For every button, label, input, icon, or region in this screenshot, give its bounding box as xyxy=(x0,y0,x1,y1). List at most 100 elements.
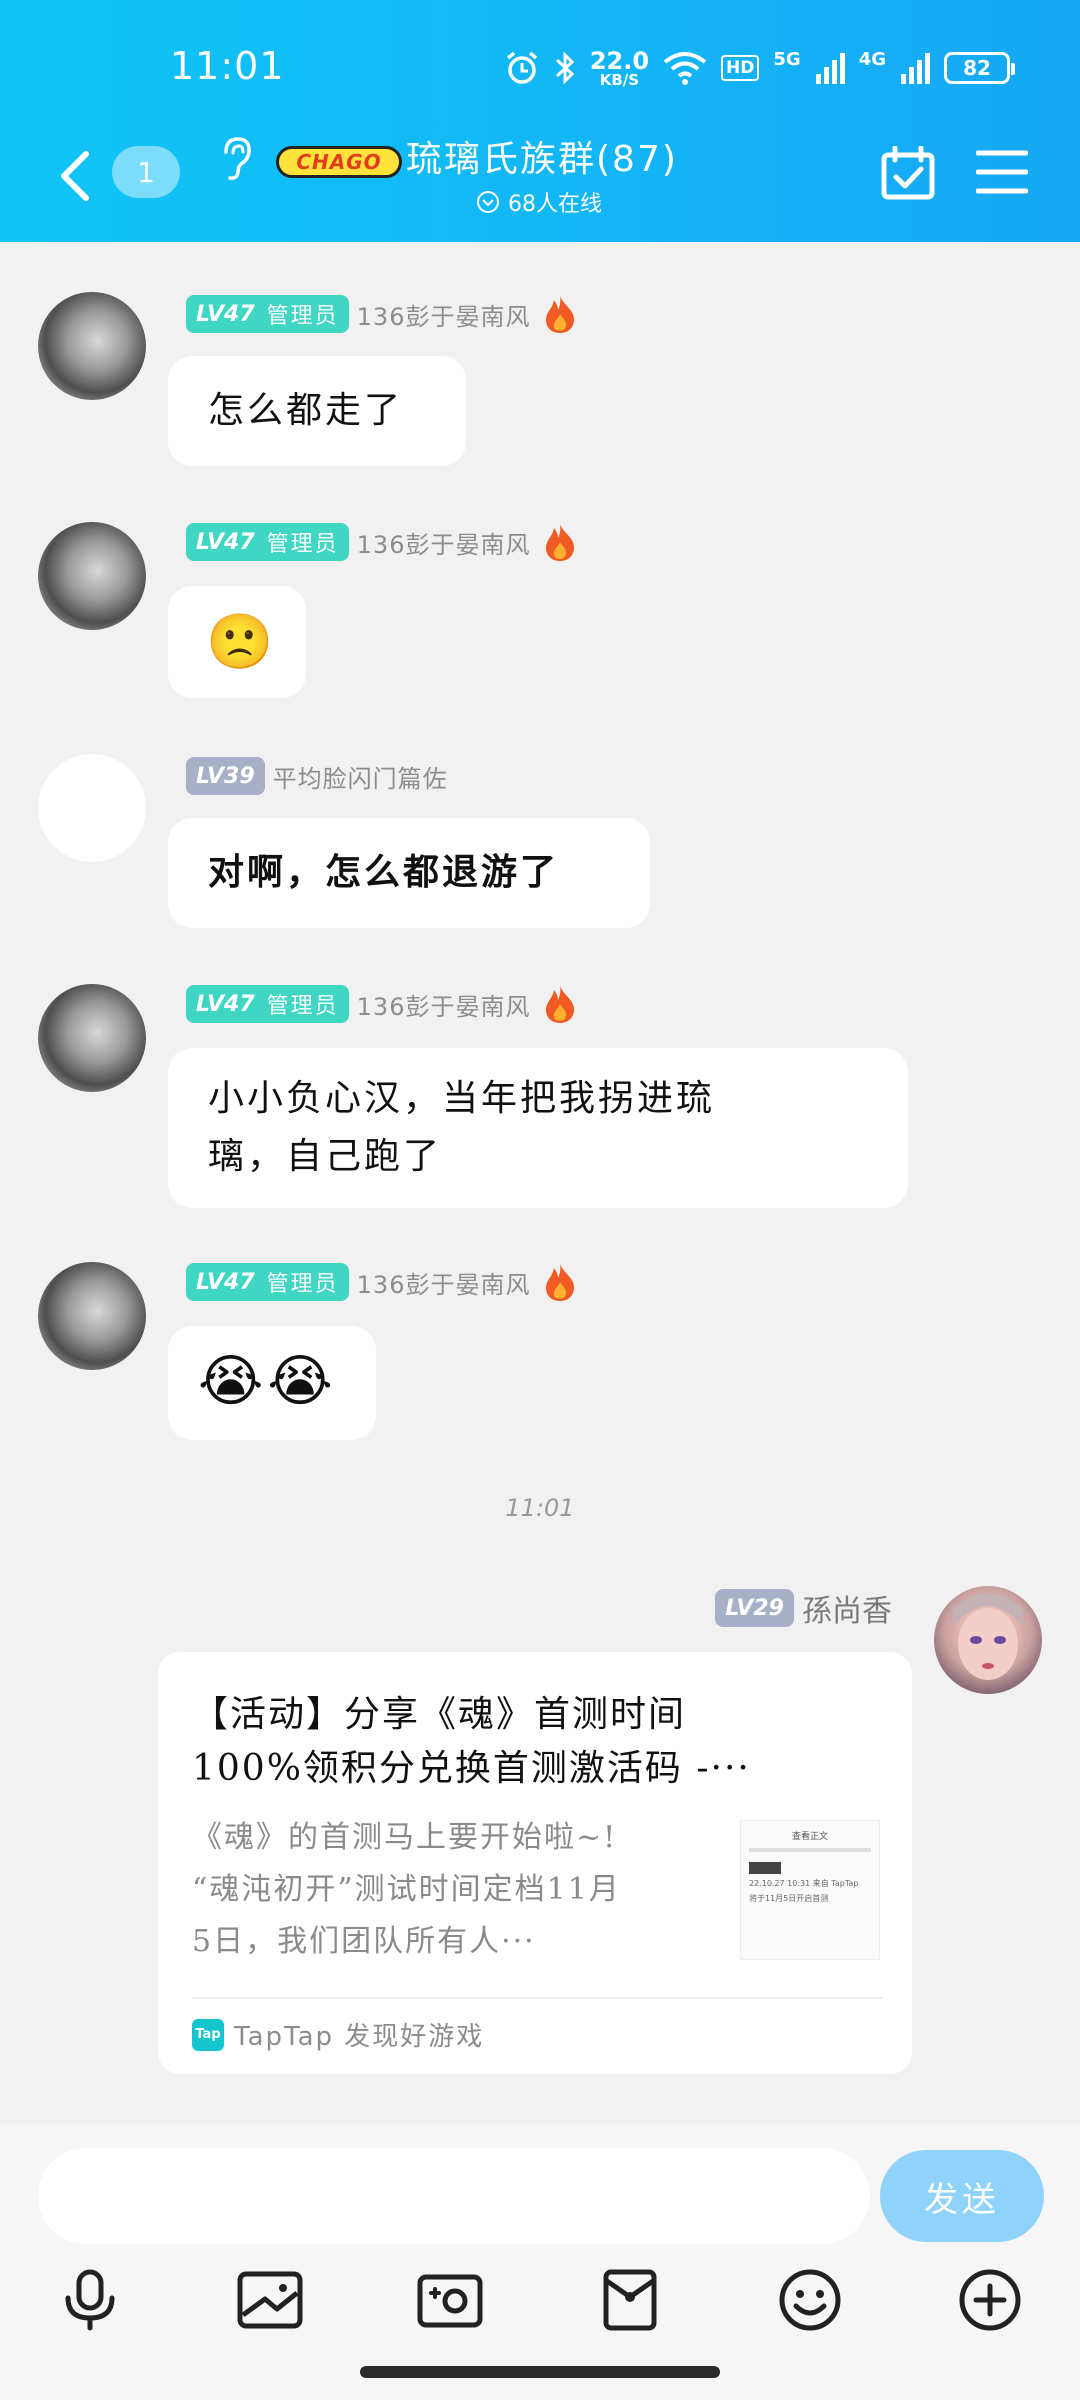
fire-icon xyxy=(546,524,575,561)
level-badge: LV39 xyxy=(186,757,265,795)
message-text-line-2: 璃，自己跑了 xyxy=(208,1136,443,1177)
thumb-divider xyxy=(749,1848,871,1852)
wifi-icon xyxy=(663,52,707,85)
level-badge: LV29 xyxy=(715,1589,794,1627)
message-input[interactable] xyxy=(38,2148,870,2244)
fire-icon xyxy=(546,986,575,1023)
card-description: 《魂》的首测马上要开始啦~! “魂沌初开”测试时间定档11月 5日，我们团队所有… xyxy=(192,1812,712,1968)
link-card[interactable]: 【活动】分享《魂》首测时间 100%领积分兑换首测激活码 -··· 《魂》的首测… xyxy=(158,1652,912,2074)
card-source: Tap TapTap 发现好游戏 xyxy=(192,2016,484,2053)
level-badge: LV47 管理员 xyxy=(186,295,349,333)
message-bubble[interactable]: 怎么都走了 xyxy=(168,356,466,466)
input-area: 发送 xyxy=(0,2124,1080,2400)
avatar[interactable] xyxy=(38,292,146,400)
card-thumbnail: 查看正文 22.10.27 10:31 来自 TapTap 将于11月5日开启首… xyxy=(740,1820,880,1960)
message-meta: LV47 管理员 136彭于晏南风 xyxy=(186,522,578,562)
nickname[interactable]: 平均脸闪门篇佐 xyxy=(273,759,448,794)
home-indicator[interactable] xyxy=(360,2366,720,2378)
card-source-text: TapTap 发现好游戏 xyxy=(234,2022,485,2052)
role-text: 管理员 xyxy=(266,1272,339,1297)
nickname[interactable]: 136彭于晏南风 xyxy=(357,1265,531,1300)
app-header: 11:01 22.0 KB/S HD 5G 4G 82 1 CHAGO 琉璃氏族… xyxy=(0,0,1080,242)
back-icon[interactable] xyxy=(52,148,96,204)
more-button[interactable] xyxy=(950,2260,1030,2340)
camera-icon xyxy=(417,2274,483,2328)
message-bubble[interactable]: 😭😭 xyxy=(168,1326,376,1440)
group-logo: CHAGO xyxy=(276,146,402,178)
taptap-logo-icon: Tap xyxy=(192,2018,224,2051)
net-speed: 22.0 KB/S xyxy=(590,49,649,88)
nickname[interactable]: 136彭于晏南风 xyxy=(357,987,531,1022)
battery-indicator: 82 xyxy=(944,52,1015,84)
emoji-crying: 😭😭 xyxy=(198,1349,337,1414)
message-text: 对啊，怎么都退游了 xyxy=(208,852,560,893)
bluetooth-icon xyxy=(555,51,574,85)
role-text: 管理员 xyxy=(266,304,339,329)
card-desc-line-1: 《魂》的首测马上要开始啦~! xyxy=(192,1820,618,1855)
status-icons: 22.0 KB/S HD 5G 4G 82 xyxy=(504,46,1015,90)
level-text: LV47 xyxy=(196,301,255,327)
net-speed-value: 22.0 xyxy=(589,46,650,75)
avatar[interactable] xyxy=(38,984,146,1092)
level-badge: LV47 管理员 xyxy=(186,985,349,1023)
emoji-button[interactable] xyxy=(770,2260,850,2340)
avatar-portrait xyxy=(952,1593,1024,1680)
ear-icon[interactable] xyxy=(218,136,254,182)
nickname[interactable]: 136彭于晏南风 xyxy=(357,297,531,332)
online-text: 68人在线 xyxy=(508,192,602,217)
role-text: 管理员 xyxy=(266,532,339,557)
emoji-icon xyxy=(779,2269,841,2331)
level-text: LV47 xyxy=(196,991,255,1017)
level-text: LV47 xyxy=(196,529,255,555)
network-4g-label: 4G xyxy=(858,49,886,70)
card-title-line-2: 100%领积分兑换首测激活码 -··· xyxy=(192,1748,751,1789)
avatar[interactable] xyxy=(38,754,146,862)
network-5g-label: 5G xyxy=(773,49,801,70)
message-bubble[interactable]: 🙁 xyxy=(168,586,306,698)
signal-icon xyxy=(815,53,845,84)
status-time: 11:01 xyxy=(170,44,285,88)
thumb-line-2: 将于11月5日开启首测 xyxy=(749,1894,829,1903)
unread-count-badge[interactable]: 1 xyxy=(112,146,180,198)
own-avatar[interactable] xyxy=(934,1586,1042,1694)
fire-icon xyxy=(546,1264,575,1301)
group-title[interactable]: 琉璃氏族群(87) xyxy=(406,130,678,182)
emoji-frown: 🙁 xyxy=(206,610,274,673)
level-badge: LV47 管理员 xyxy=(186,1263,349,1301)
microphone-icon xyxy=(65,2269,115,2331)
signal-icon-2 xyxy=(901,53,930,84)
alarm-icon xyxy=(506,51,537,84)
hd-badge: HD xyxy=(721,55,760,81)
image-icon xyxy=(237,2271,303,2329)
thumb-title: 查看正文 xyxy=(791,1832,828,1842)
avatar[interactable] xyxy=(38,1262,146,1370)
message-meta: LV39 平均脸闪门篇佐 xyxy=(186,756,448,796)
own-nickname[interactable]: 孫尚香 xyxy=(802,1586,892,1630)
menu-icon[interactable] xyxy=(976,148,1028,196)
camera-button[interactable] xyxy=(410,2260,490,2340)
level-text: LV47 xyxy=(196,1269,255,1295)
message-text: 怎么都走了 xyxy=(208,390,404,431)
card-desc-line-2: “魂沌初开”测试时间定档11月 xyxy=(192,1872,621,1907)
message-text-line-1: 小小负心汉，当年把我拐进琉 xyxy=(208,1078,716,1119)
voice-button[interactable] xyxy=(50,2260,130,2340)
fire-icon xyxy=(546,296,575,333)
red-packet-button[interactable] xyxy=(590,2260,670,2340)
message-meta: LV47 管理员 136彭于晏南风 xyxy=(186,294,578,334)
calendar-check-icon[interactable] xyxy=(880,146,936,202)
chevron-down-circle-icon xyxy=(477,191,499,213)
nickname[interactable]: 136彭于晏南风 xyxy=(357,525,531,560)
card-desc-line-3: 5日，我们团队所有人··· xyxy=(192,1924,536,1959)
thumb-line-1: 22.10.27 10:31 来自 TapTap xyxy=(749,1879,859,1888)
send-button[interactable]: 发送 xyxy=(880,2150,1044,2242)
image-button[interactable] xyxy=(230,2260,310,2340)
message-bubble[interactable]: 对啊，怎么都退游了 xyxy=(168,818,650,928)
message-bubble[interactable]: 小小负心汉，当年把我拐进琉 璃，自己跑了 xyxy=(168,1048,908,1208)
input-toolbar xyxy=(0,2260,1080,2340)
message-meta: LV47 管理员 136彭于晏南风 xyxy=(186,1262,578,1302)
level-text: LV29 xyxy=(725,1595,784,1621)
red-packet-icon xyxy=(603,2269,657,2331)
avatar[interactable] xyxy=(38,522,146,630)
online-count[interactable]: 68人在线 xyxy=(476,186,602,218)
level-badge: LV47 管理员 xyxy=(186,523,349,561)
